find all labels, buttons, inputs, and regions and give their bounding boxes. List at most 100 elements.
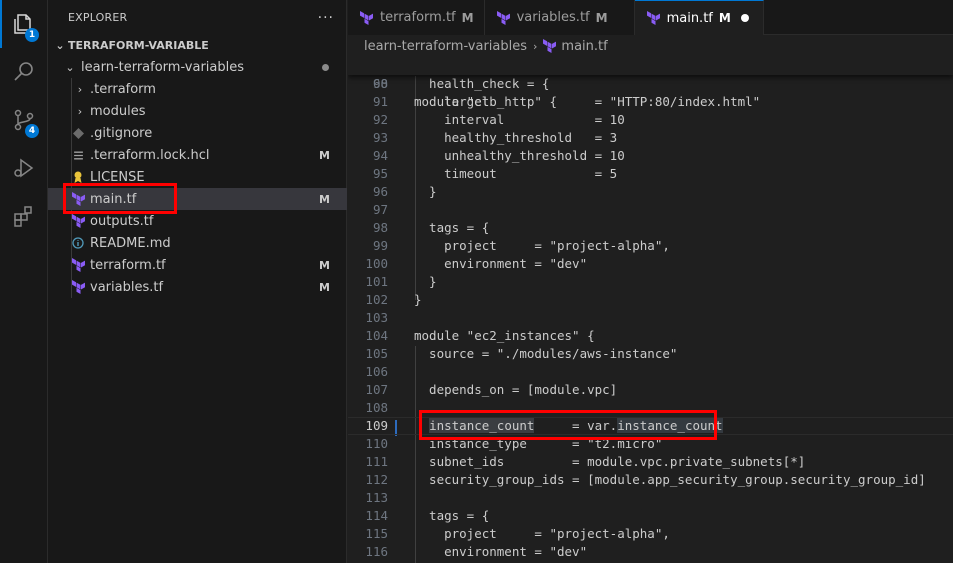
line-number: 105 [365, 346, 388, 361]
code-line: 101 } [348, 273, 953, 291]
explorer-badge: 1 [25, 28, 39, 42]
line-code: module "ec2_instances" { [414, 328, 595, 343]
line-number: 106 [365, 364, 388, 379]
code-line: 104 module "ec2_instances" { [348, 327, 953, 345]
tab-modified-badge: M [595, 10, 608, 25]
code-line: 106 [348, 363, 953, 381]
tab-terraform-tf[interactable]: terraform.tf M [348, 0, 485, 35]
code-line: 112 security_group_ids = [module.app_sec… [348, 471, 953, 489]
tree-item-label: .gitignore [90, 125, 153, 141]
breadcrumb-folder[interactable]: learn-terraform-variables [364, 39, 527, 54]
line-code: depends_on = [module.vpc] [414, 382, 618, 397]
folder-learn-terraform-variables[interactable]: ⌄ learn-terraform-variables [48, 56, 347, 78]
explorer-title: EXPLORER [68, 11, 128, 24]
explorer-view-button[interactable]: 1 [0, 0, 48, 48]
tree-item-variables-tf[interactable]: variables.tf M [48, 276, 347, 298]
git-status-badge: M [319, 280, 330, 294]
chevron-down-icon: ⌄ [65, 60, 75, 74]
tab-modified-badge: M [461, 10, 474, 25]
line-code: interval = 10 [414, 112, 625, 127]
workspace-root-label: TERRAFORM-VARIABLE [68, 38, 209, 52]
breadcrumb-file[interactable]: main.tf [561, 39, 607, 54]
git-status-badge: M [319, 192, 330, 206]
code-line: 103 [348, 309, 953, 327]
git-status-badge: M [319, 148, 330, 162]
code-line: 116 environment = "dev" [348, 543, 953, 561]
line-number: 99 [372, 238, 388, 253]
search-icon [14, 62, 33, 81]
code-line: 68 module "elb_http" { [348, 57, 953, 109]
line-code: security_group_ids = [module.app_securit… [414, 472, 926, 487]
chevron-right-icon: › [533, 39, 538, 53]
modified-dot-icon [322, 63, 329, 71]
extensions-icon [14, 206, 32, 227]
activity-bar: 1 4 [0, 0, 48, 563]
line-code: project = "project-alpha", [414, 238, 670, 253]
tab-label: terraform.tf [380, 10, 456, 25]
line-number: 102 [365, 292, 388, 307]
line-code: project = "project-alpha", [414, 526, 670, 541]
unsaved-dot-icon[interactable] [740, 14, 749, 22]
line-code: source = "./modules/aws-instance" [414, 346, 678, 361]
tree-item-terraform-folder[interactable]: › .terraform [48, 78, 347, 100]
source-control-view-button[interactable]: 4 [0, 96, 48, 144]
line-code: environment = "dev" [414, 256, 588, 271]
line-number: 103 [365, 310, 388, 325]
tree-item-lockfile[interactable]: .terraform.lock.hcl M [48, 144, 347, 166]
search-view-button[interactable] [0, 48, 48, 96]
line-number: 110 [365, 436, 388, 451]
run-debug-icon [14, 158, 34, 178]
code-line: 113 [348, 489, 953, 507]
breadcrumb: learn-terraform-variables › main.tf [348, 35, 953, 57]
code-line: 102} [348, 291, 953, 309]
line-number: 100 [365, 256, 388, 271]
tree-item-gitignore[interactable]: .gitignore [48, 122, 347, 144]
line-code: module "elb_http" { [414, 94, 557, 109]
code-line: 111 subnet_ids = module.vpc.private_subn… [348, 453, 953, 471]
tree-item-modules-folder[interactable]: › modules [48, 100, 347, 122]
line-code: tags = { [414, 220, 490, 235]
line-number: 95 [372, 166, 388, 181]
line-number: 68 [372, 76, 388, 91]
line-number: 94 [372, 148, 388, 163]
code-line: 98 tags = { [348, 219, 953, 237]
tree-item-terraform-tf[interactable]: terraform.tf M [48, 254, 347, 276]
line-number: 104 [365, 328, 388, 343]
annotation-highlight-instance-count [419, 410, 717, 440]
line-number: 93 [372, 130, 388, 145]
extensions-view-button[interactable] [0, 192, 48, 240]
terraform-icon [70, 257, 86, 273]
code-line: 105 source = "./modules/aws-instance" [348, 345, 953, 363]
tab-label: variables.tf [516, 10, 590, 25]
line-code: unhealthy_threshold = 10 [414, 148, 625, 163]
tree-item-label: terraform.tf [90, 257, 166, 273]
tab-main-tf[interactable]: main.tf M [634, 0, 764, 35]
line-number: 101 [365, 274, 388, 289]
run-debug-view-button[interactable] [0, 144, 48, 192]
tab-variables-tf[interactable]: variables.tf M [484, 0, 635, 35]
terraform-icon [646, 11, 661, 25]
line-number: 109 [365, 418, 388, 433]
code-line: 99 project = "project-alpha", [348, 237, 953, 255]
sticky-scroll-header[interactable]: 68 module "elb_http" { [348, 57, 953, 109]
code-line: 90 health_check = { [348, 75, 953, 93]
code-line: 92 interval = 10 [348, 111, 953, 129]
code-line: 94 unhealthy_threshold = 10 [348, 147, 953, 165]
tree-item-readme[interactable]: README.md [48, 232, 347, 254]
line-code: } [414, 274, 437, 289]
line-code: subnet_ids = module.vpc.private_subnets[… [414, 454, 806, 469]
line-code: healthy_threshold = 3 [414, 130, 618, 145]
line-code: } [414, 184, 437, 199]
terraform-icon [70, 213, 86, 229]
workspace-root[interactable]: ⌄ TERRAFORM-VARIABLE [48, 34, 347, 56]
tree-item-label: README.md [90, 235, 171, 251]
explorer-header: EXPLORER ··· [48, 0, 346, 35]
line-number: 111 [365, 454, 388, 469]
code-line: 96 } [348, 183, 953, 201]
more-actions-icon[interactable]: ··· [318, 10, 334, 26]
code-line: 95 timeout = 5 [348, 165, 953, 183]
line-number: 97 [372, 202, 388, 217]
editor-tabs: terraform.tf M variables.tf M main.tf M [348, 0, 953, 35]
line-code: timeout = 5 [414, 166, 618, 181]
code-editor[interactable]: 68 module "elb_http" { 90 health_check =… [348, 57, 953, 563]
